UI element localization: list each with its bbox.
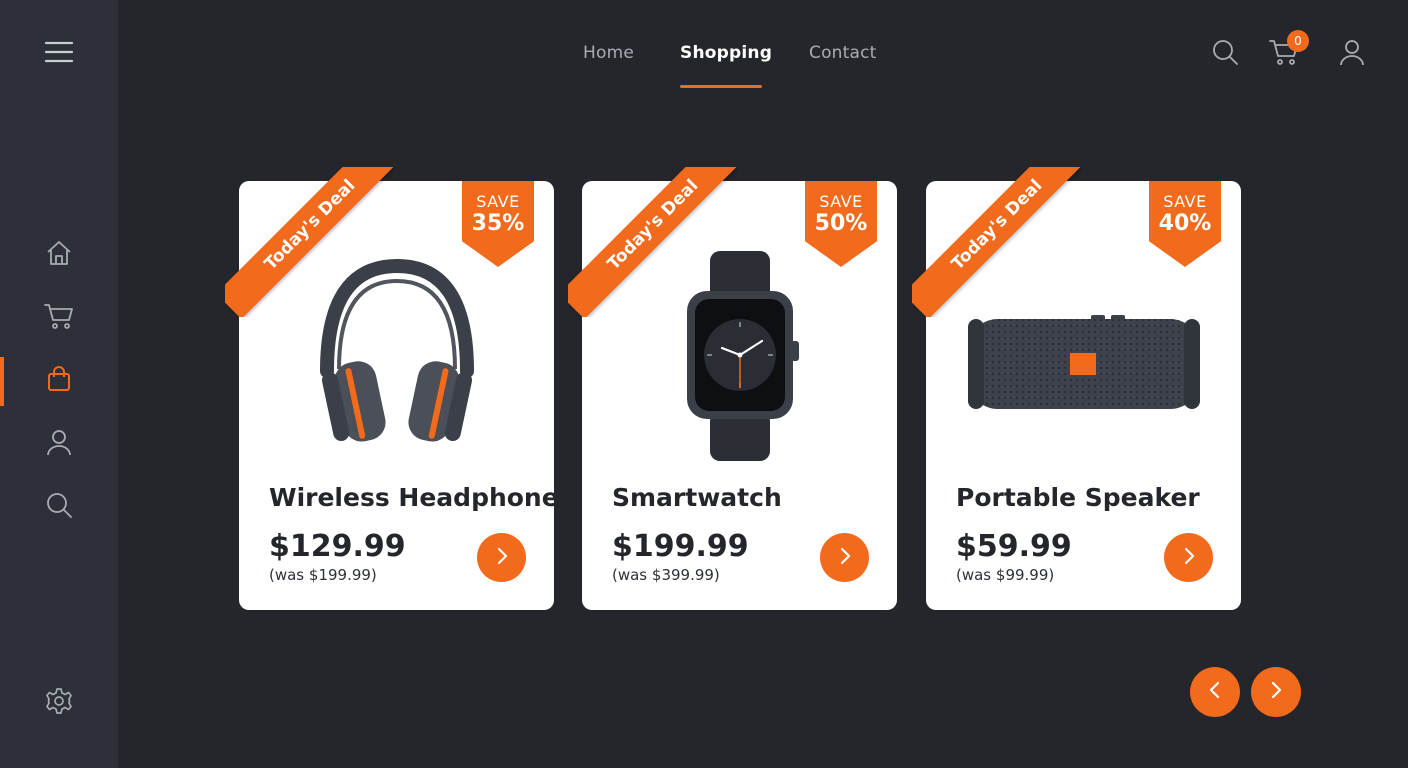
product-price: $59.99 xyxy=(956,529,1072,564)
hamburger-icon xyxy=(44,41,74,67)
sidebar-active-indicator xyxy=(0,357,4,406)
sidebar-item-cart[interactable] xyxy=(35,294,83,342)
chevron-right-icon xyxy=(494,547,510,569)
top-account-button[interactable] xyxy=(1334,36,1370,72)
view-product-button[interactable] xyxy=(820,533,869,582)
search-icon xyxy=(45,491,73,523)
smartwatch-image xyxy=(675,251,805,465)
save-percent: 50% xyxy=(814,211,868,236)
portable-speaker-image xyxy=(966,311,1202,415)
settings-button[interactable] xyxy=(35,679,83,727)
hamburger-menu-button[interactable] xyxy=(35,30,83,78)
view-product-button[interactable] xyxy=(477,533,526,582)
nav-home[interactable]: Home xyxy=(583,43,634,63)
product-card[interactable]: Today's Deal SAVE 50% Smartwatch $199.99… xyxy=(568,167,897,610)
view-product-button[interactable] xyxy=(1164,533,1213,582)
save-label: SAVE xyxy=(819,192,863,211)
chevron-left-icon xyxy=(1207,681,1223,703)
product-was-price: (was $99.99) xyxy=(956,566,1055,584)
product-price: $129.99 xyxy=(269,529,406,564)
save-percent: 40% xyxy=(1158,211,1212,236)
chevron-right-icon xyxy=(837,547,853,569)
user-icon xyxy=(1338,38,1366,70)
save-label: SAVE xyxy=(1163,192,1207,211)
nav-active-underline xyxy=(680,85,762,88)
product-price: $199.99 xyxy=(612,529,749,564)
product-was-price: (was $399.99) xyxy=(612,566,720,584)
sidebar-item-search[interactable] xyxy=(35,483,83,531)
cart-icon xyxy=(44,302,74,334)
sidebar xyxy=(0,0,118,768)
product-title: Portable Speaker xyxy=(956,483,1200,512)
save-percent: 35% xyxy=(471,211,525,236)
product-card[interactable]: Today's Deal SAVE 40% Portable Speaker $… xyxy=(912,167,1241,610)
sidebar-item-profile[interactable] xyxy=(35,420,83,468)
home-icon xyxy=(45,239,73,271)
carousel-next-button[interactable] xyxy=(1251,667,1301,717)
sidebar-item-home[interactable] xyxy=(35,231,83,279)
bag-icon xyxy=(45,365,73,397)
user-icon xyxy=(45,428,73,460)
save-badge: SAVE 40% xyxy=(1149,181,1221,267)
chevron-right-icon xyxy=(1268,681,1284,703)
product-card[interactable]: Today's Deal SAVE 35% Wireless Headphone… xyxy=(225,167,559,610)
product-title: Wireless Headphone xyxy=(269,483,559,512)
deal-ribbon: Today's Deal xyxy=(912,167,1082,317)
save-label: SAVE xyxy=(476,192,520,211)
product-title: Smartwatch xyxy=(612,483,782,512)
headphones-image xyxy=(307,251,487,455)
nav-contact[interactable]: Contact xyxy=(809,43,877,63)
save-badge: SAVE 50% xyxy=(805,181,877,267)
chevron-right-icon xyxy=(1181,547,1197,569)
gear-icon xyxy=(45,687,73,719)
deal-ribbon-label: Today's Deal xyxy=(912,167,1082,317)
carousel-prev-button[interactable] xyxy=(1190,667,1240,717)
product-was-price: (was $199.99) xyxy=(269,566,377,584)
nav-shopping[interactable]: Shopping xyxy=(680,43,772,63)
top-search-button[interactable] xyxy=(1207,36,1243,72)
search-icon xyxy=(1211,38,1239,70)
cart-count-badge: 0 xyxy=(1287,30,1309,52)
sidebar-item-shopping-bag[interactable] xyxy=(35,357,83,405)
